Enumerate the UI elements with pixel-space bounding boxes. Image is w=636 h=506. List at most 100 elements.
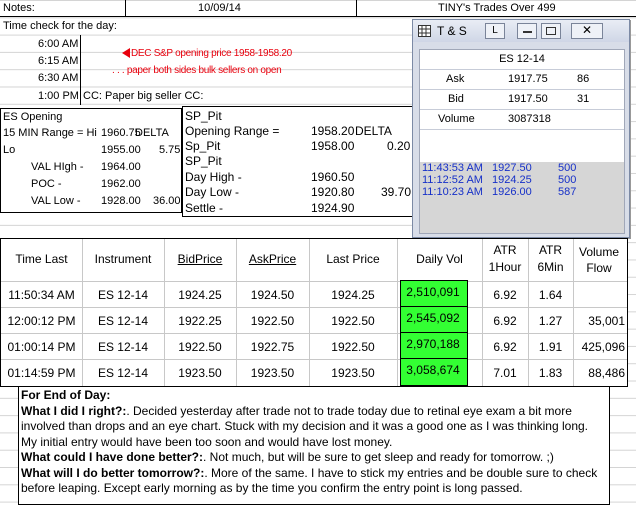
sp-row-label: Day Low - (185, 185, 240, 199)
quote-label: Volume (438, 113, 475, 125)
close-button[interactable]: ✕ (571, 23, 603, 39)
es-row-label: POC - (31, 178, 62, 190)
question-better: What could I have done better?: (21, 450, 204, 464)
es-opening-box: ES Opening 15 MIN Range = Hi 1960.75 DEL… (0, 108, 182, 213)
restore-icon (546, 27, 556, 35)
sp-row-label: Opening Range = (185, 124, 280, 138)
table-cell: ES 12-14 (97, 340, 149, 354)
es-row-extra: 36.00 (153, 195, 181, 207)
es-row-extra: DELTA (135, 127, 169, 139)
table-cell: 1923.50 (331, 366, 375, 380)
table-cell: 6.92 (493, 340, 517, 354)
time-cell: 6:30 AM (38, 72, 79, 84)
time-check-label: Time check for the day: (3, 20, 117, 32)
ts-quote-row: Bid 1917.50 31 (420, 89, 624, 109)
table-cell: ES 12-14 (97, 314, 149, 328)
tape-size: 500 (558, 174, 577, 186)
es-row-label: VAL Low - (31, 195, 81, 207)
table-cell: 1922.75 (250, 340, 295, 354)
tape-price: 1927.50 (492, 162, 532, 174)
header-volume-flow-sub: Flow (586, 261, 612, 275)
question-tomorrow: What will I do better tomorrow?: (21, 465, 205, 480)
header-bid-price[interactable]: BidPrice (164, 252, 236, 266)
row-divider (1, 333, 627, 334)
table-cell: 2,970,188 (406, 337, 460, 351)
maximize-button[interactable] (541, 23, 561, 39)
sp-row-label: Sp_Pit (185, 139, 221, 153)
date-cell: 10/09/14 (198, 2, 241, 14)
time-note: CC: Paper big seller CC: (83, 90, 204, 102)
red-note-line1: DEC S&P opening price 1958-1958.20 (131, 48, 292, 59)
tape-time: 11:10:23 AM (422, 186, 483, 198)
table-cell: 1922.50 (178, 340, 222, 354)
header-ask-price[interactable]: AskPrice (236, 252, 309, 266)
tape-price: 1924.25 (492, 174, 532, 186)
sp-row-value: 1958.20 (311, 124, 355, 138)
sp-row-label: SP_Pit (185, 109, 222, 123)
time-cell: 1:00 PM (38, 90, 79, 102)
sp-row-value: 1924.90 (311, 201, 355, 215)
row-divider (1, 359, 627, 360)
table-cell: 1924.25 (178, 288, 222, 302)
table-cell: 1.83 (538, 366, 563, 380)
es-row-label: 15 MIN Range = Hi (3, 127, 97, 139)
table-cell: 425,096 (581, 340, 625, 354)
sp-row-label: Day High - (185, 170, 242, 184)
sp-row-label: Settle - (185, 201, 224, 215)
sheet-title: TINY's Trades Over 499 (438, 2, 556, 14)
end-of-day-notes: For End of Day: What I did I right?:. De… (18, 386, 610, 505)
table-cell: 6.92 (493, 314, 517, 328)
sp-row-value: 1958.00 (311, 139, 355, 153)
link-button[interactable]: L (485, 23, 505, 39)
table-cell: 1923.50 (178, 366, 222, 380)
header-sep (125, 0, 126, 16)
table-cell: 1924.50 (250, 288, 295, 302)
table-cell: 1.64 (538, 288, 563, 302)
ts-quote-row: Volume 3087318 (420, 109, 624, 130)
ts-title-bar[interactable]: T & S L ✕ (413, 20, 629, 42)
header-last-price: Last Price (326, 252, 380, 266)
minimize-icon (523, 31, 532, 33)
trades-table: Time Last Instrument BidPrice AskPrice L… (0, 238, 628, 387)
table-cell: 1922.50 (331, 340, 375, 354)
what-went-right: What I did I right?:. Decided yesterday … (21, 404, 607, 451)
table-cell: 1922.50 (250, 314, 295, 328)
es-row-value: 1962.00 (101, 178, 141, 190)
table-cell: 88,486 (588, 366, 625, 380)
what-tomorrow: What will I do better tomorrow?:. More o… (21, 466, 607, 497)
tape-size: 500 (558, 162, 577, 174)
es-row-extra: 5.75 (159, 144, 181, 156)
quote-price: 3087318 (508, 113, 551, 125)
quote-label: Bid (448, 93, 464, 105)
table-cell: ES 12-14 (97, 288, 149, 302)
time-cell: 6:15 AM (38, 55, 79, 67)
header-daily-vol: Daily Vol (416, 252, 463, 266)
end-of-day-title: For End of Day: (21, 388, 111, 402)
tape-size: 587 (558, 186, 577, 198)
answer-better: . Not much, but will be sure to get slee… (203, 450, 554, 464)
sp-row-extra: DELTA (355, 124, 392, 138)
trade-tape[interactable]: 11:43:53 AM 1927.50 500 11:12:52 AM 1924… (420, 162, 624, 233)
time-and-sales-window[interactable]: T & S L ✕ ES 12-14 Ask 1917.75 86 Bid 19… (412, 19, 630, 238)
es-row-label: Lo (3, 144, 16, 156)
tape-time: 11:12:52 AM (422, 174, 483, 186)
row-divider (1, 307, 627, 308)
ts-symbol: ES 12-14 (499, 53, 545, 65)
table-cell: 1922.25 (178, 314, 222, 328)
what-could-be-better: What could I have done better?:. Not muc… (21, 450, 607, 466)
es-row-label: VAL HIgh - (31, 161, 84, 173)
grid-icon (418, 25, 431, 37)
header-atr-6min-sub: 6Min (537, 260, 564, 274)
time-cell: 6:00 AM (38, 38, 79, 50)
minimize-button[interactable] (517, 23, 537, 39)
quote-price: 1917.75 (508, 73, 548, 85)
red-note-line2: . . . paper both sides bulk sellers on o… (112, 65, 282, 76)
header-volume-flow: Volume (578, 245, 620, 259)
ts-quote-row: Ask 1917.75 86 (420, 69, 624, 89)
es-opening-title: ES Opening (3, 111, 63, 123)
table-cell: 1.91 (538, 340, 563, 354)
es-row-value: 1955.00 (101, 144, 141, 156)
table-cell: 1923.50 (250, 366, 295, 380)
sp-row-extra: 39.70 (381, 185, 412, 199)
table-cell: 11:50:34 AM (8, 288, 75, 302)
